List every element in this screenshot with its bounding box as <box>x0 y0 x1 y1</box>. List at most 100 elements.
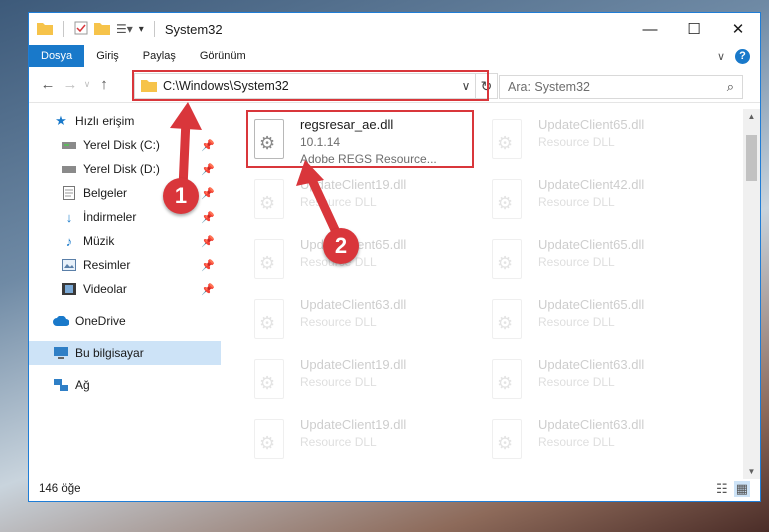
window-controls: — ☐ ✕ <box>628 13 760 45</box>
dll-file-icon: ⚙ <box>250 119 290 165</box>
sidebar-item-music[interactable]: ♪ Müzik 📌 <box>29 229 221 253</box>
vertical-scrollbar[interactable]: ▲ ▼ <box>743 109 760 479</box>
folder-icon[interactable] <box>37 21 53 38</box>
file-name: UpdateClient65.dll <box>538 297 645 312</box>
sidebar-item-label: Resimler <box>83 258 131 272</box>
sidebar-item-label: Belgeler <box>83 186 128 200</box>
music-icon: ♪ <box>65 233 73 249</box>
sidebar-item-this-pc[interactable]: Bu bilgisayar <box>29 341 221 365</box>
file-item[interactable]: ⚙ UpdateClient42.dll Resource DLL <box>482 173 712 231</box>
pin-icon[interactable]: 📌 <box>201 187 215 200</box>
address-path: C:\Windows\System32 <box>163 79 289 93</box>
file-description: Resource DLL <box>538 195 615 209</box>
download-icon: ↓ <box>65 209 73 225</box>
computer-icon <box>53 345 69 361</box>
sidebar-item-quick-access[interactable]: ★ Hızlı erişim <box>29 109 221 133</box>
file-version: 10.1.14 <box>300 135 341 149</box>
navigation-pane: ★ Hızlı erişim Yerel Disk (C:) 📌 Yerel D… <box>29 109 221 479</box>
file-item[interactable]: ⚙ UpdateClient19.dll Resource DLL <box>244 173 474 231</box>
refresh-icon[interactable]: ↻ <box>475 74 497 98</box>
sidebar-item-label: Bu bilgisayar <box>75 346 144 360</box>
step-badge-2: 2 <box>323 228 359 264</box>
file-name: UpdateClient63.dll <box>538 357 645 372</box>
new-folder-icon[interactable] <box>94 21 110 38</box>
title-bar: ☰▾ ▾ System32 — ☐ ✕ <box>29 13 760 45</box>
pin-icon[interactable]: 📌 <box>201 211 215 224</box>
file-item[interactable]: ⚙ UpdateClient63.dll Resource DLL <box>244 293 474 351</box>
scroll-thumb[interactable] <box>746 135 757 181</box>
file-description: Resource DLL <box>538 135 615 149</box>
dll-file-icon: ⚙ <box>488 239 528 285</box>
divider <box>153 21 155 37</box>
pin-icon[interactable]: 📌 <box>201 235 215 248</box>
divider <box>63 21 64 37</box>
minimize-button[interactable]: — <box>628 13 672 45</box>
video-icon <box>61 281 77 297</box>
tab-share[interactable]: Paylaş <box>131 45 188 67</box>
view-options-icon[interactable]: ☰▾ <box>116 22 133 36</box>
sidebar-item-label: Ağ <box>75 378 90 392</box>
file-name: UpdateClient63.dll <box>538 417 645 432</box>
tab-file[interactable]: Dosya <box>29 45 85 67</box>
status-bar: 146 öğe ☷ ▦ <box>29 477 760 501</box>
large-icons-view-icon[interactable]: ▦ <box>733 481 750 497</box>
details-view-icon[interactable]: ☷ <box>716 481 728 497</box>
sidebar-item-label: Hızlı erişim <box>75 114 135 128</box>
search-icon[interactable]: ⌕ <box>727 79 734 95</box>
ribbon-tabs: Dosya Giriş Paylaş Görünüm ∨ ? <box>29 45 760 67</box>
pin-icon[interactable]: 📌 <box>201 259 215 272</box>
sidebar-item-local-disk-c[interactable]: Yerel Disk (C:) 📌 <box>29 133 221 157</box>
close-button[interactable]: ✕ <box>716 13 760 45</box>
properties-icon[interactable] <box>74 21 88 38</box>
quick-access-toolbar: ☰▾ ▾ <box>37 21 159 38</box>
file-item[interactable]: ⚙ UpdateClient63.dll Resource DLL <box>482 413 712 471</box>
address-dropdown-icon[interactable]: ∨ <box>457 79 475 93</box>
help-icon[interactable]: ? <box>735 48 750 64</box>
dll-file-icon: ⚙ <box>250 239 290 285</box>
sidebar-item-videos[interactable]: Videolar 📌 <box>29 277 221 301</box>
file-item[interactable]: ⚙ UpdateClient65.dllResource DLL <box>482 113 712 171</box>
scroll-up-arrow-icon[interactable]: ▲ <box>743 112 760 121</box>
file-item[interactable]: ⚙ UpdateClient65.dllResource DLL <box>482 233 712 291</box>
file-item[interactable]: ⚙ UpdateClient19.dll Resource DLL <box>244 353 474 411</box>
window-title: System32 <box>164 21 223 37</box>
pin-icon[interactable]: 📌 <box>201 139 215 152</box>
scroll-down-arrow-icon[interactable]: ▼ <box>743 467 760 476</box>
dll-file-icon: ⚙ <box>250 359 290 405</box>
file-description: Adobe REGS Resource... <box>300 152 437 166</box>
file-name: regsresar_ae.dll <box>300 117 394 132</box>
star-icon: ★ <box>55 113 67 128</box>
step-badge-1: 1 <box>163 178 199 214</box>
sidebar-item-pictures[interactable]: Resimler 📌 <box>29 253 221 277</box>
forward-arrow-icon[interactable]: → <box>59 76 81 93</box>
file-description: Resource DLL <box>300 435 377 449</box>
back-arrow-icon[interactable]: ← <box>37 76 59 93</box>
dll-file-icon: ⚙ <box>488 419 528 465</box>
recent-locations-chevron-icon[interactable]: ∨ <box>81 79 93 90</box>
search-box[interactable]: Ara: System32 ⌕ <box>499 75 743 99</box>
file-item[interactable]: ⚙ UpdateClient65.dllResource DLL <box>244 233 474 291</box>
up-arrow-icon[interactable]: ↑ <box>93 76 115 93</box>
dll-file-icon: ⚙ <box>488 119 528 165</box>
file-item[interactable]: ⚙ UpdateClient63.dll Resource DLL <box>482 353 712 411</box>
file-item[interactable]: ⚙ UpdateClient19.dll Resource DLL <box>244 413 474 471</box>
folder-icon <box>141 78 157 95</box>
pin-icon[interactable]: 📌 <box>201 283 215 296</box>
sidebar-item-onedrive[interactable]: OneDrive <box>29 309 221 333</box>
pin-icon[interactable]: 📌 <box>201 163 215 176</box>
explorer-window: ☰▾ ▾ System32 — ☐ ✕ Dosya Giriş Paylaş G… <box>28 12 761 502</box>
expand-ribbon-chevron-icon[interactable]: ∨ <box>717 50 725 63</box>
file-item[interactable]: ⚙ UpdateClient65.dllResource DLL <box>482 293 712 351</box>
tab-view[interactable]: Görünüm <box>188 45 258 67</box>
sidebar-item-local-disk-d[interactable]: Yerel Disk (D:) 📌 <box>29 157 221 181</box>
address-bar[interactable]: C:\Windows\System32 ∨ ↻ <box>134 73 498 99</box>
file-list: ⚙ regsresar_ae.dll 10.1.14 Adobe REGS Re… <box>234 109 739 479</box>
tab-home[interactable]: Giriş <box>84 45 131 67</box>
sidebar-item-label: Müzik <box>83 234 115 248</box>
file-item-regsresar[interactable]: ⚙ regsresar_ae.dll 10.1.14 Adobe REGS Re… <box>244 113 474 171</box>
dll-file-icon: ⚙ <box>488 359 528 405</box>
customize-chevron-icon[interactable]: ▾ <box>139 24 144 35</box>
sidebar-item-network[interactable]: Ağ <box>29 373 221 397</box>
maximize-button[interactable]: ☐ <box>672 13 716 45</box>
